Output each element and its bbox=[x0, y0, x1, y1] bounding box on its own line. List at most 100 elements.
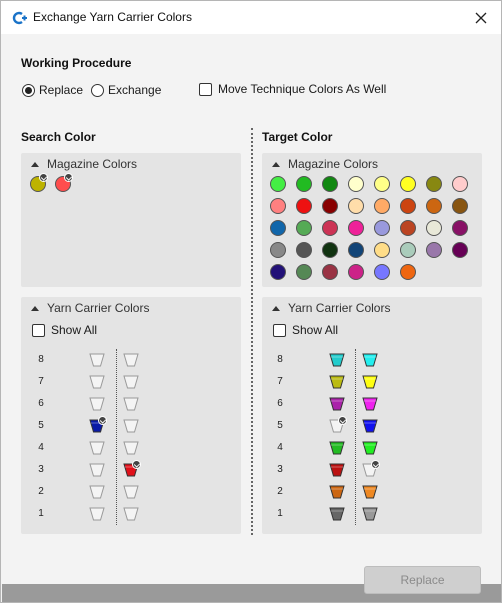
carrier-number: 6 bbox=[38, 398, 44, 409]
magazine-color-swatch[interactable] bbox=[296, 242, 312, 258]
target-carrier-panel: Yarn Carrier Colors Show All 8 7 6 5 4 3 2 1 bbox=[262, 297, 482, 534]
yarn-carrier-right-icon[interactable] bbox=[123, 506, 139, 525]
magazine-color-swatch[interactable] bbox=[296, 198, 312, 214]
yarn-carrier-right-icon[interactable] bbox=[123, 484, 139, 503]
yarn-carrier-left-icon[interactable] bbox=[89, 506, 105, 525]
magazine-color-swatch[interactable] bbox=[270, 176, 286, 192]
yarn-carrier-right-icon[interactable] bbox=[362, 506, 378, 525]
magazine-color-swatch[interactable] bbox=[452, 242, 468, 258]
replace-button[interactable]: Replace bbox=[364, 566, 481, 594]
yarn-carrier-left-icon[interactable] bbox=[329, 374, 345, 393]
magazine-color-swatch[interactable] bbox=[374, 198, 390, 214]
yarn-carrier-right-icon[interactable] bbox=[362, 440, 378, 459]
magazine-color-swatch[interactable] bbox=[400, 264, 416, 280]
yarn-carrier-right-icon[interactable] bbox=[362, 374, 378, 393]
carrier-number: 4 bbox=[277, 442, 283, 453]
magazine-color-swatch[interactable] bbox=[270, 198, 286, 214]
magazine-color-swatch[interactable] bbox=[348, 220, 364, 236]
magazine-color-swatch[interactable] bbox=[296, 176, 312, 192]
magazine-color-swatch[interactable] bbox=[400, 220, 416, 236]
yarn-carrier-right-icon[interactable] bbox=[362, 396, 378, 415]
magazine-color-swatch[interactable] bbox=[400, 176, 416, 192]
magazine-color-swatch[interactable] bbox=[322, 220, 338, 236]
magazine-color-swatch[interactable] bbox=[452, 220, 468, 236]
magazine-color-swatch[interactable] bbox=[348, 176, 364, 192]
magazine-color-swatch[interactable] bbox=[270, 264, 286, 280]
yarn-carrier-right-icon[interactable] bbox=[123, 418, 139, 437]
selected-check-icon bbox=[98, 416, 107, 425]
magazine-color-swatch[interactable] bbox=[270, 220, 286, 236]
target-color-title: Target Color bbox=[262, 130, 333, 144]
magazine-color-swatch[interactable] bbox=[426, 242, 442, 258]
yarn-carrier-left-icon[interactable] bbox=[89, 352, 105, 371]
magazine-color-swatch[interactable] bbox=[400, 242, 416, 258]
yarn-carrier-left-icon[interactable] bbox=[89, 462, 105, 481]
magazine-color-swatch[interactable] bbox=[374, 242, 390, 258]
yarn-carrier-left-icon[interactable] bbox=[329, 506, 345, 525]
move-technique-checkbox[interactable]: Move Technique Colors As Well bbox=[199, 82, 386, 96]
magazine-color-swatch[interactable] bbox=[400, 198, 416, 214]
carrier-number: 8 bbox=[277, 354, 283, 365]
target-show-all-checkbox[interactable]: Show All bbox=[273, 323, 338, 337]
magazine-color-swatch[interactable] bbox=[426, 198, 442, 214]
search-carrier-divider bbox=[116, 349, 117, 525]
radio-replace-indicator bbox=[22, 83, 35, 97]
yarn-carrier-left-icon[interactable] bbox=[329, 396, 345, 415]
yarn-carrier-right-icon[interactable] bbox=[362, 484, 378, 503]
yarn-carrier-left-icon[interactable] bbox=[329, 462, 345, 481]
carrier-number: 2 bbox=[38, 486, 44, 497]
yarn-carrier-right-icon[interactable] bbox=[123, 374, 139, 393]
collapse-triangle-icon bbox=[272, 305, 280, 311]
search-show-all-checkbox[interactable]: Show All bbox=[32, 323, 97, 337]
search-show-all-box bbox=[32, 323, 45, 337]
target-carrier-header[interactable]: Yarn Carrier Colors bbox=[272, 301, 390, 315]
target-magazine-panel: Magazine Colors bbox=[262, 153, 482, 287]
selected-check-icon bbox=[371, 460, 380, 469]
move-technique-box bbox=[199, 82, 212, 96]
target-magazine-label: Magazine Colors bbox=[288, 157, 379, 171]
magazine-color-swatch[interactable] bbox=[426, 176, 442, 192]
search-magazine-label: Magazine Colors bbox=[47, 157, 138, 171]
target-magazine-header[interactable]: Magazine Colors bbox=[272, 157, 378, 171]
magazine-color-swatch[interactable] bbox=[296, 220, 312, 236]
magazine-color-swatch[interactable] bbox=[374, 264, 390, 280]
magazine-color-swatch[interactable] bbox=[374, 220, 390, 236]
magazine-color-swatch[interactable] bbox=[322, 264, 338, 280]
magazine-color-swatch[interactable] bbox=[452, 198, 468, 214]
magazine-color-swatch[interactable] bbox=[348, 242, 364, 258]
magazine-color-swatch[interactable] bbox=[452, 176, 468, 192]
search-magazine-header[interactable]: Magazine Colors bbox=[31, 157, 137, 171]
close-button[interactable] bbox=[461, 1, 501, 34]
carrier-number: 1 bbox=[38, 508, 44, 519]
magazine-color-swatch[interactable] bbox=[270, 242, 286, 258]
radio-exchange[interactable]: Exchange bbox=[91, 83, 161, 97]
yarn-carrier-left-icon[interactable] bbox=[89, 484, 105, 503]
magazine-color-swatch[interactable] bbox=[426, 220, 442, 236]
column-divider bbox=[251, 128, 253, 535]
selected-check-icon bbox=[64, 173, 73, 182]
magazine-color-swatch[interactable] bbox=[348, 198, 364, 214]
magazine-color-swatch[interactable] bbox=[322, 198, 338, 214]
yarn-carrier-left-icon[interactable] bbox=[89, 374, 105, 393]
yarn-carrier-left-icon[interactable] bbox=[329, 352, 345, 371]
yarn-carrier-left-icon[interactable] bbox=[89, 396, 105, 415]
collapse-triangle-icon bbox=[272, 161, 280, 167]
carrier-number: 7 bbox=[38, 376, 44, 387]
magazine-color-swatch[interactable] bbox=[322, 176, 338, 192]
magazine-color-swatch[interactable] bbox=[322, 242, 338, 258]
yarn-carrier-left-icon[interactable] bbox=[89, 440, 105, 459]
yarn-carrier-right-icon[interactable] bbox=[123, 440, 139, 459]
radio-replace[interactable]: Replace bbox=[22, 83, 83, 97]
magazine-color-swatch[interactable] bbox=[348, 264, 364, 280]
yarn-carrier-right-icon[interactable] bbox=[362, 352, 378, 371]
yarn-carrier-right-icon[interactable] bbox=[123, 352, 139, 371]
yarn-carrier-left-icon[interactable] bbox=[329, 484, 345, 503]
magazine-color-swatch[interactable] bbox=[296, 264, 312, 280]
search-carrier-header[interactable]: Yarn Carrier Colors bbox=[31, 301, 149, 315]
target-carrier-label: Yarn Carrier Colors bbox=[288, 301, 391, 315]
search-magazine-panel: Magazine Colors bbox=[21, 153, 241, 287]
yarn-carrier-right-icon[interactable] bbox=[362, 418, 378, 437]
yarn-carrier-left-icon[interactable] bbox=[329, 440, 345, 459]
yarn-carrier-right-icon[interactable] bbox=[123, 396, 139, 415]
magazine-color-swatch[interactable] bbox=[374, 176, 390, 192]
